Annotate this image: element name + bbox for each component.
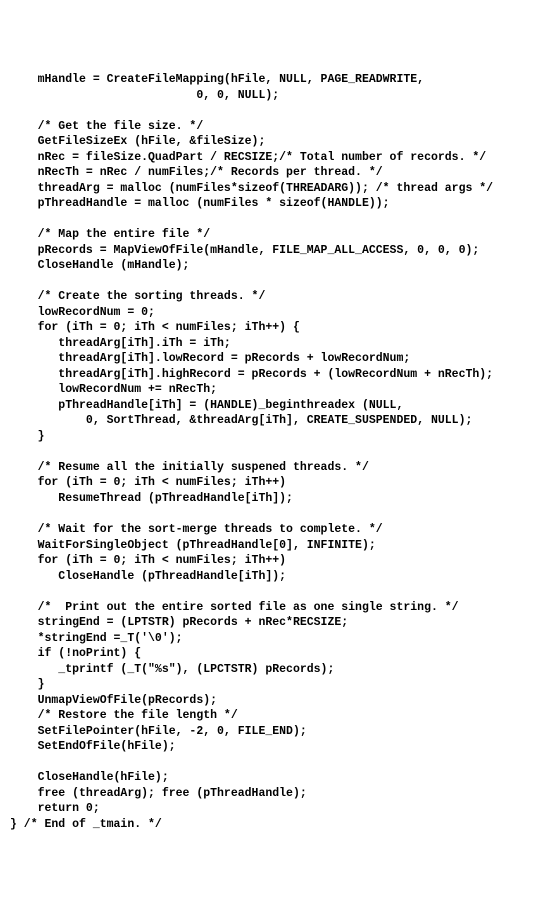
code-block: mHandle = CreateFileMapping(hFile, NULL,… [10,72,535,832]
